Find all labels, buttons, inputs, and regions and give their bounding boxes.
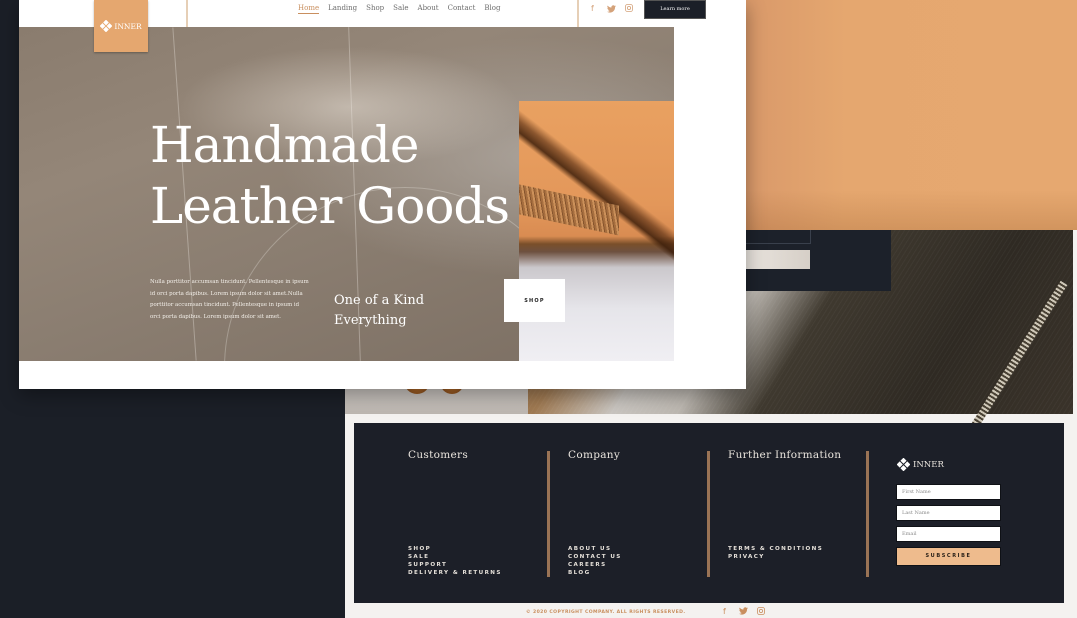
footer-links-customers: SHOP SALE SUPPORT DELIVERY & RETURNS xyxy=(408,545,502,577)
footer-heading-customers: Customers xyxy=(408,449,469,461)
footer-divider xyxy=(707,451,710,577)
footer-divider xyxy=(547,451,550,577)
footer-link-contact-us[interactable]: CONTACT US xyxy=(568,553,622,561)
footer-link-delivery-returns[interactable]: DELIVERY & RETURNS xyxy=(408,569,502,577)
nav-link-shop[interactable]: Shop xyxy=(366,4,384,14)
footer-heading-company: Company xyxy=(568,449,621,461)
hero-title-line: Leather Goods xyxy=(150,177,510,235)
footer: Customers SHOP SALE SUPPORT DELIVERY & R… xyxy=(354,423,1064,603)
footer-logo-text: INNER xyxy=(913,459,944,470)
footer-link-support[interactable]: SUPPORT xyxy=(408,561,502,569)
nav-link-about[interactable]: About xyxy=(418,4,439,14)
first-name-input[interactable]: First Name xyxy=(896,484,1001,500)
copyright-text: © 2020 COPYRIGHT COMPANY. ALL RIGHTS RES… xyxy=(526,610,686,615)
last-name-input[interactable]: Last Name xyxy=(896,505,1001,521)
footer-heading-further-information: Further Information xyxy=(728,449,842,461)
divider xyxy=(746,243,810,244)
logo-text: INNER xyxy=(114,21,142,31)
subscribe-button[interactable]: SUBSCRIBE xyxy=(896,547,1001,566)
nav-link-landing[interactable]: Landing xyxy=(328,4,357,14)
facebook-icon[interactable]: f xyxy=(723,607,726,616)
learn-more-button[interactable]: Learn more xyxy=(644,0,706,19)
nav-link-home[interactable]: Home xyxy=(298,4,320,14)
footer-logo[interactable]: INNER xyxy=(897,458,944,471)
diamond-logo-icon xyxy=(100,20,113,32)
divider xyxy=(810,230,811,244)
footer-link-blog[interactable]: BLOG xyxy=(568,569,622,577)
diamond-logo-icon xyxy=(897,458,910,471)
footer-link-careers[interactable]: CAREERS xyxy=(568,561,622,569)
footer-link-sale[interactable]: SALE xyxy=(408,553,502,561)
footer-links-further-information: TERMS & CONDITIONS PRIVACY xyxy=(728,545,823,561)
instagram-icon[interactable] xyxy=(625,4,633,14)
footer-link-about-us[interactable]: ABOUT US xyxy=(568,545,622,553)
instagram-icon[interactable] xyxy=(757,607,765,617)
footer-link-shop[interactable]: SHOP xyxy=(408,545,502,553)
facebook-icon[interactable]: f xyxy=(591,4,594,13)
hero-title: Handmade Leather Goods xyxy=(150,115,510,237)
nav-link-sale[interactable]: Sale xyxy=(393,4,408,14)
nav-divider xyxy=(186,0,188,27)
form-input-preview xyxy=(746,250,810,269)
shop-button[interactable]: SHOP xyxy=(504,279,565,322)
nav-divider xyxy=(577,0,579,27)
nav-link-contact[interactable]: Contact xyxy=(448,4,476,14)
footer-divider xyxy=(866,451,869,577)
hero-tagline: One of a Kind Everything xyxy=(334,291,424,331)
accent-panel xyxy=(746,0,1077,230)
footer-link-terms-conditions[interactable]: TERMS & CONDITIONS xyxy=(728,545,823,553)
hero-tagline-line: Everything xyxy=(334,313,407,328)
hero-tagline-line: One of a Kind xyxy=(334,293,425,308)
twitter-icon[interactable] xyxy=(607,5,616,15)
hero-title-line: Handmade xyxy=(150,116,419,174)
email-input[interactable]: Email xyxy=(896,526,1001,542)
hero-description: Nulla porttitor accumsan tincidunt. Pell… xyxy=(150,279,309,320)
footer-link-privacy[interactable]: PRIVACY xyxy=(728,553,823,561)
nav-links: Home Landing Shop Sale About Contact Blo… xyxy=(298,4,500,14)
twitter-icon[interactable] xyxy=(739,607,748,617)
nav-link-blog[interactable]: Blog xyxy=(484,4,500,14)
footer-links-company: ABOUT US CONTACT US CAREERS BLOG xyxy=(568,545,622,577)
site-logo[interactable]: INNER xyxy=(94,0,148,52)
